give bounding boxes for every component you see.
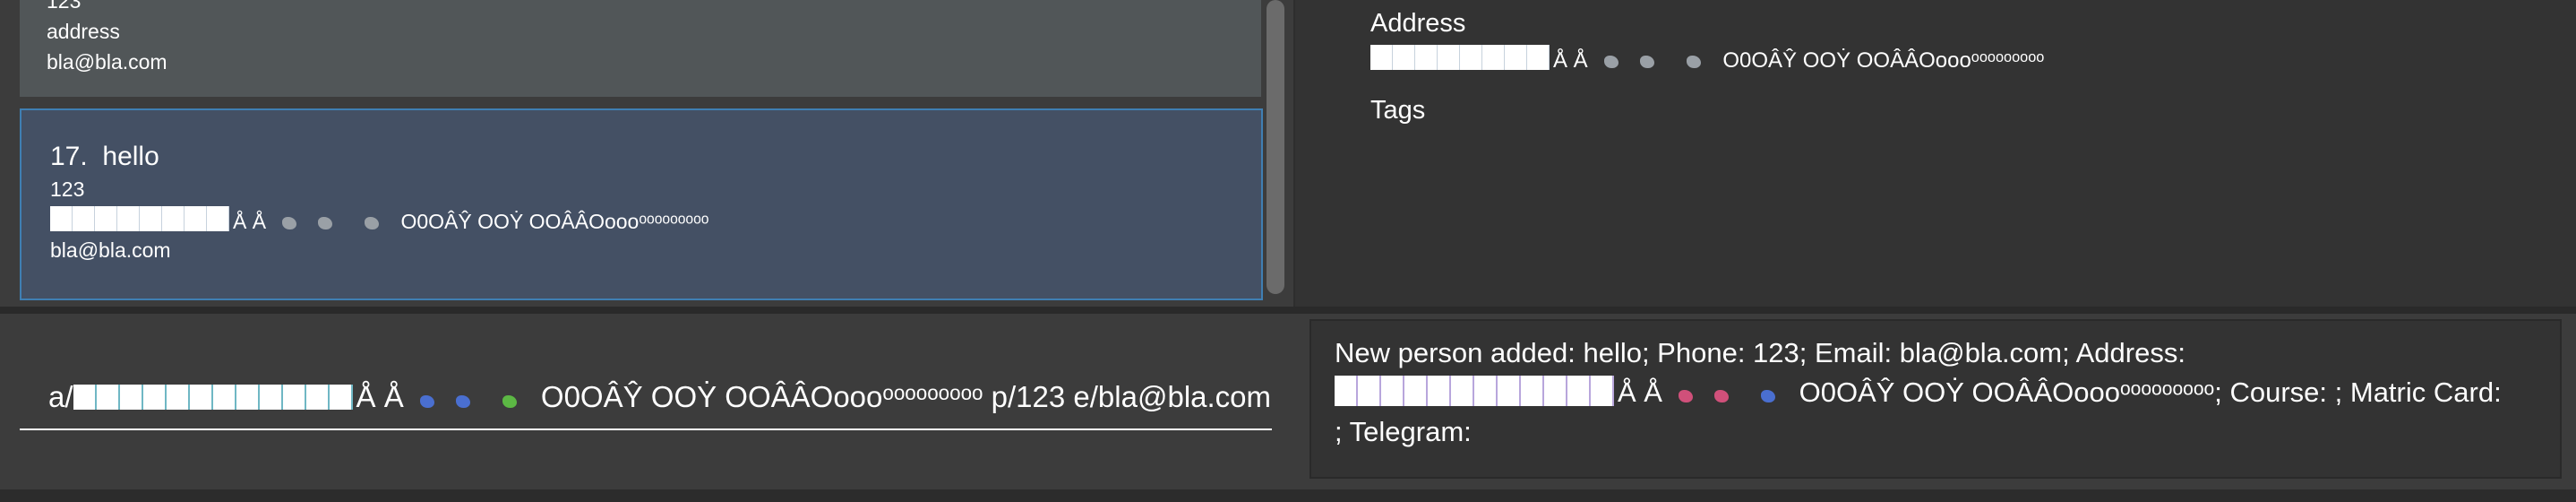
person-email: bla@bla.com xyxy=(50,238,171,262)
command-address-text: Å Å xyxy=(356,380,404,413)
list-scrollbar-thumb[interactable] xyxy=(1267,0,1284,294)
swirl-glyph-icon xyxy=(1678,390,1693,402)
command-input[interactable]: a/ Å Å O0OÂŶ OOẎ OOÂÂOoooᵒᵒᵒᵒᵒᵒᵒᵒᵒ p/123… xyxy=(20,368,1272,430)
person-name: hello xyxy=(102,142,159,171)
address-label: Address xyxy=(1370,9,1466,38)
person-detail-panel: Address Å Å O0OÂŶ OOẎ OOÂÂOoooᵒᵒᵒᵒᵒᵒᵒᵒᵒ … xyxy=(1293,0,2576,307)
address-text: Å Å xyxy=(1553,48,1588,73)
swirl-glyph-icon xyxy=(282,217,297,229)
person-index: 17. xyxy=(50,142,88,171)
swirl-glyph-icon xyxy=(1686,56,1701,68)
result-line-1: New person added: hello; Phone: 123; Ema… xyxy=(1335,337,2185,368)
panel-divider xyxy=(0,307,2576,314)
result-address-text: Å Å xyxy=(1618,376,1662,408)
result-line-2: Å Å O0OÂŶ OOẎ OOÂÂOoooᵒᵒᵒᵒᵒᵒᵒᵒᵒ; Course:… xyxy=(1335,373,2537,412)
swirl-glyph-icon xyxy=(318,217,333,229)
person-phone: 123 xyxy=(47,0,82,13)
person-list-panel[interactable]: 123 address bla@bla.com 17. hello 123 Å … xyxy=(0,0,1293,307)
swirl-glyph-icon xyxy=(365,217,380,229)
white-box-glyph-icon xyxy=(1370,45,1550,70)
address-suffix: O0OÂŶ OOẎ OOÂÂOoooᵒᵒᵒᵒᵒᵒᵒᵒᵒ xyxy=(1722,48,2045,73)
swirl-glyph-icon xyxy=(1760,390,1775,402)
address-value: Å Å O0OÂŶ OOẎ OOÂÂOoooᵒᵒᵒᵒᵒᵒᵒᵒᵒ xyxy=(1370,45,2044,74)
swirl-glyph-icon xyxy=(1713,390,1729,402)
command-prefix: a/ xyxy=(48,380,73,413)
person-name-line: 17. hello xyxy=(50,142,159,172)
status-bar xyxy=(0,489,2576,502)
tags-label: Tags xyxy=(1370,96,1426,125)
person-card[interactable]: 123 address bla@bla.com xyxy=(20,0,1261,97)
white-box-glyph-icon xyxy=(73,385,353,410)
person-address-text: Å Å xyxy=(233,210,267,233)
swirl-glyph-icon xyxy=(455,395,470,408)
result-display[interactable]: New person added: hello; Phone: 123; Ema… xyxy=(1309,319,2562,479)
person-address: address xyxy=(47,20,120,43)
person-card-selected[interactable]: 17. hello 123 Å Å O0OÂŶ OOẎ OOÂÂOoooᵒᵒᵒᵒ… xyxy=(20,108,1263,300)
white-box-glyph-icon xyxy=(50,206,229,231)
swirl-glyph-icon xyxy=(1639,56,1654,68)
command-address-suffix: O0OÂŶ OOẎ OOÂÂOoooᵒᵒᵒᵒᵒᵒᵒᵒᵒ p/123 e/bla@… xyxy=(540,380,1272,413)
result-line-3: ; Telegram: xyxy=(1335,416,1472,447)
swirl-glyph-icon xyxy=(502,395,517,408)
person-address-suffix: O0OÂŶ OOẎ OOÂÂOoooᵒᵒᵒᵒᵒᵒᵒᵒᵒ xyxy=(400,210,709,233)
person-phone: 123 xyxy=(50,177,85,201)
swirl-glyph-icon xyxy=(1603,56,1619,68)
person-address-line: Å Å O0OÂŶ OOẎ OOÂÂOoooᵒᵒᵒᵒᵒᵒᵒᵒᵒ xyxy=(50,206,708,234)
result-address-suffix: O0OÂŶ OOẎ OOÂÂOoooᵒᵒᵒᵒᵒᵒᵒᵒᵒ; Course: ; M… xyxy=(1799,376,2502,408)
swirl-glyph-icon xyxy=(419,395,434,408)
white-box-glyph-icon xyxy=(1335,376,1614,406)
person-email: bla@bla.com xyxy=(47,50,167,74)
